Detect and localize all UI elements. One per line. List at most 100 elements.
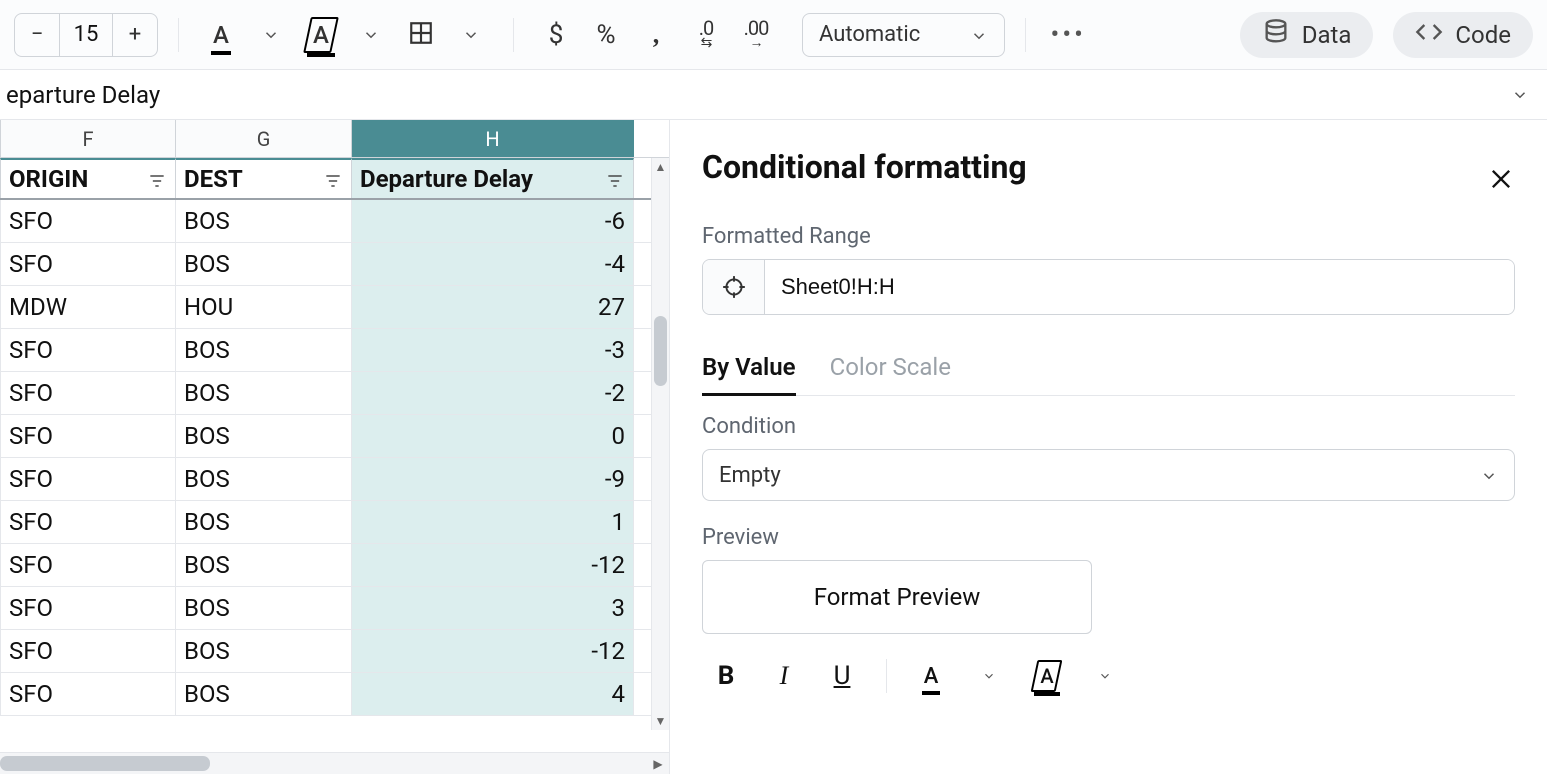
number-format-select[interactable]: Automatic (802, 13, 1005, 57)
cell-origin[interactable]: SFO (0, 243, 176, 285)
cell-origin[interactable]: SFO (0, 544, 176, 586)
formula-bar[interactable]: eparture Delay (0, 70, 1547, 120)
percent-button[interactable]: % (584, 13, 628, 57)
cell-dest[interactable]: BOS (176, 329, 352, 371)
thousands-button[interactable]: , (634, 13, 678, 57)
cell-dest[interactable]: BOS (176, 544, 352, 586)
cell-delay[interactable]: 3 (352, 587, 634, 629)
cell-origin[interactable]: SFO (0, 458, 176, 500)
range-picker-button[interactable] (703, 260, 765, 314)
cell-delay[interactable]: -9 (352, 458, 634, 500)
table-row[interactable]: SFOBOS4 (0, 673, 669, 716)
cell-dest[interactable]: BOS (176, 630, 352, 672)
filter-icon[interactable] (147, 169, 167, 189)
cell-dest[interactable]: BOS (176, 673, 352, 715)
column-header-F[interactable]: F (0, 120, 176, 157)
cell-origin[interactable]: SFO (0, 501, 176, 543)
cell-delay[interactable]: 27 (352, 286, 634, 328)
table-row[interactable]: SFOBOS-3 (0, 329, 669, 372)
table-row[interactable]: SFOBOS1 (0, 501, 669, 544)
cell-origin[interactable]: SFO (0, 587, 176, 629)
table-row[interactable]: SFOBOS3 (0, 587, 669, 630)
column-header-G[interactable]: G (176, 120, 352, 157)
header-origin[interactable]: ORIGIN (0, 158, 176, 198)
tab-color-scale[interactable]: Color Scale (830, 345, 951, 395)
scroll-thumb[interactable] (0, 756, 210, 771)
table-body: SFOBOS-6SFOBOS-4MDWHOU27SFOBOS-3SFOBOS-2… (0, 200, 669, 716)
table-row[interactable]: SFOBOS-12 (0, 630, 669, 673)
scroll-up-icon[interactable]: ▲ (652, 158, 669, 176)
data-chip[interactable]: Data (1240, 12, 1374, 58)
text-color-button[interactable]: A (199, 13, 243, 57)
cell-delay[interactable]: 0 (352, 415, 634, 457)
table-row[interactable]: SFOBOS0 (0, 415, 669, 458)
underline-button[interactable]: U (818, 652, 866, 700)
table-row[interactable]: MDWHOU27 (0, 286, 669, 329)
borders-button[interactable] (399, 13, 443, 57)
chevron-down-icon[interactable] (1511, 86, 1529, 104)
header-delay[interactable]: Departure Delay (352, 158, 634, 198)
table-row[interactable]: SFOBOS-12 (0, 544, 669, 587)
horizontal-scrollbar[interactable]: ▶ (0, 752, 669, 774)
format-preview[interactable]: Format Preview (702, 560, 1092, 634)
fill-color-button[interactable]: A (299, 13, 343, 57)
cell-delay[interactable]: -12 (352, 630, 634, 672)
panel-fill-color-dropdown[interactable] (1081, 652, 1129, 700)
increase-decimal-button[interactable]: .00→ (734, 13, 778, 57)
table-row[interactable]: SFOBOS-4 (0, 243, 669, 286)
cell-origin[interactable]: SFO (0, 329, 176, 371)
tab-by-value[interactable]: By Value (702, 345, 796, 395)
range-input[interactable] (765, 260, 1514, 314)
italic-button[interactable]: I (760, 652, 808, 700)
cell-origin[interactable]: MDW (0, 286, 176, 328)
vertical-scrollbar[interactable]: ▲ ▼ (651, 158, 669, 730)
cell-origin[interactable]: SFO (0, 630, 176, 672)
font-size-value[interactable]: 15 (59, 14, 113, 56)
font-size-increase-button[interactable]: + (113, 14, 157, 56)
cell-dest[interactable]: BOS (176, 501, 352, 543)
scroll-thumb[interactable] (654, 316, 667, 386)
cell-origin[interactable]: SFO (0, 415, 176, 457)
table-row[interactable]: SFOBOS-6 (0, 200, 669, 243)
column-header-H[interactable]: H (352, 120, 634, 157)
condition-select[interactable]: Empty (702, 449, 1515, 501)
cell-origin[interactable]: SFO (0, 200, 176, 242)
column-header-row: F G H (0, 120, 669, 158)
more-button[interactable]: ••• (1046, 13, 1090, 57)
scroll-right-icon[interactable]: ▶ (647, 753, 669, 774)
panel-text-color-dropdown[interactable] (965, 652, 1013, 700)
fill-color-dropdown[interactable] (349, 13, 393, 57)
cell-origin[interactable]: SFO (0, 372, 176, 414)
cell-dest[interactable]: BOS (176, 458, 352, 500)
cell-delay[interactable]: 4 (352, 673, 634, 715)
cell-origin[interactable]: SFO (0, 673, 176, 715)
cell-delay[interactable]: -2 (352, 372, 634, 414)
cell-dest[interactable]: BOS (176, 587, 352, 629)
font-size-decrease-button[interactable]: − (15, 14, 59, 56)
cell-delay[interactable]: -3 (352, 329, 634, 371)
filter-icon[interactable] (605, 169, 625, 189)
borders-dropdown[interactable] (449, 13, 493, 57)
cell-delay[interactable]: -4 (352, 243, 634, 285)
cell-delay[interactable]: -12 (352, 544, 634, 586)
table-row[interactable]: SFOBOS-9 (0, 458, 669, 501)
scroll-down-icon[interactable]: ▼ (652, 712, 669, 730)
filter-icon[interactable] (323, 169, 343, 189)
table-row[interactable]: SFOBOS-2 (0, 372, 669, 415)
panel-text-color-button[interactable]: A (907, 652, 955, 700)
panel-fill-color-button[interactable]: A (1023, 652, 1071, 700)
cell-dest[interactable]: BOS (176, 243, 352, 285)
cell-dest[interactable]: HOU (176, 286, 352, 328)
text-color-dropdown[interactable] (249, 13, 293, 57)
decrease-decimal-button[interactable]: .0⇆ (684, 13, 728, 57)
cell-delay[interactable]: 1 (352, 501, 634, 543)
cell-dest[interactable]: BOS (176, 415, 352, 457)
cell-delay[interactable]: -6 (352, 200, 634, 242)
currency-button[interactable]: $ (534, 13, 578, 57)
bold-button[interactable]: B (702, 652, 750, 700)
close-button[interactable] (1487, 165, 1515, 197)
cell-dest[interactable]: BOS (176, 200, 352, 242)
cell-dest[interactable]: BOS (176, 372, 352, 414)
header-dest[interactable]: DEST (176, 158, 352, 198)
code-chip[interactable]: Code (1393, 12, 1533, 58)
